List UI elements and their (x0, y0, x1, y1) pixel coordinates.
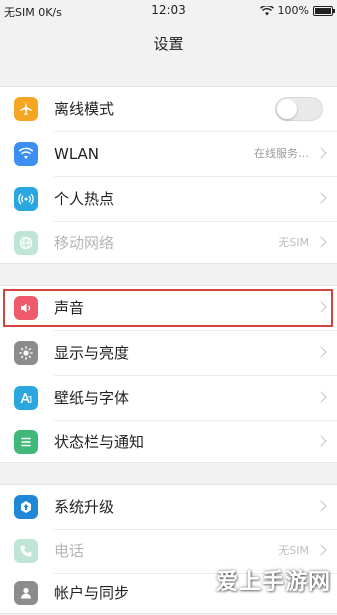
page-title: 设置 (153, 35, 184, 53)
update-icon (14, 495, 38, 519)
brightness-icon (14, 341, 38, 365)
row-label: 电话 (54, 542, 85, 560)
row-statusbar-notification[interactable]: 状态栏与通知 (0, 420, 337, 464)
row-display-brightness[interactable]: 显示与亮度 (0, 331, 337, 375)
row-mobile-network[interactable]: 移动网络 无SIM (0, 221, 337, 265)
row-label: 个人热点 (54, 190, 115, 208)
font-icon (14, 386, 38, 410)
chevron-right-icon (315, 435, 327, 447)
row-wallpaper-font[interactable]: 壁纸与字体 (0, 376, 337, 420)
speaker-icon (14, 296, 38, 320)
battery-icon (313, 5, 335, 16)
row-hotspot[interactable]: 个人热点 (0, 177, 337, 221)
row-label: 移动网络 (54, 234, 115, 252)
globe-icon (14, 231, 38, 255)
battery-percent: 100% (277, 4, 309, 17)
row-label: 系统升级 (54, 498, 115, 516)
airplane-icon (14, 97, 38, 121)
row-label: 壁纸与字体 (54, 389, 130, 407)
row-label: 离线模式 (54, 100, 115, 118)
row-system-update[interactable]: 系统升级 (0, 485, 337, 529)
row-label: 声音 (54, 299, 85, 317)
toggle-knob (277, 99, 297, 119)
wifi-icon (14, 142, 38, 166)
row-value: 无SIM (278, 236, 309, 249)
list-icon (14, 430, 38, 454)
chevron-right-icon (315, 192, 327, 204)
row-sound[interactable]: 声音 (0, 286, 337, 330)
chevron-right-icon (315, 544, 327, 556)
wifi-signal-icon (259, 5, 274, 15)
row-label: 帐户与同步 (54, 584, 130, 602)
settings-group-display: 声音 显示与亮度 壁纸与字体 状态栏与通知 (0, 285, 337, 463)
row-label: 状态栏与通知 (54, 433, 145, 451)
watermark: 爱上手游网 (215, 570, 331, 595)
chevron-right-icon (315, 346, 327, 358)
row-wlan[interactable]: WLAN 在线服务… (0, 132, 337, 176)
status-right: 100% (259, 4, 335, 17)
row-value: 在线服务… (254, 147, 309, 160)
chevron-right-icon (315, 391, 327, 403)
chevron-right-icon (315, 500, 327, 512)
phone-icon (14, 539, 38, 563)
row-label: WLAN (54, 145, 100, 163)
settings-group-network: 离线模式 WLAN 在线服务… 个人热点 移动网络 无SIM (0, 86, 337, 264)
chevron-right-icon (315, 236, 327, 248)
chevron-right-icon (315, 301, 327, 313)
chevron-right-icon (315, 147, 327, 159)
hotspot-icon (14, 187, 38, 211)
airplane-mode-toggle[interactable] (275, 97, 323, 121)
row-label: 显示与亮度 (54, 344, 130, 362)
status-bar: 无SIM 0K/s 12:03 100% (0, 0, 337, 22)
row-airplane-mode[interactable]: 离线模式 (0, 87, 337, 131)
account-icon (14, 581, 38, 605)
